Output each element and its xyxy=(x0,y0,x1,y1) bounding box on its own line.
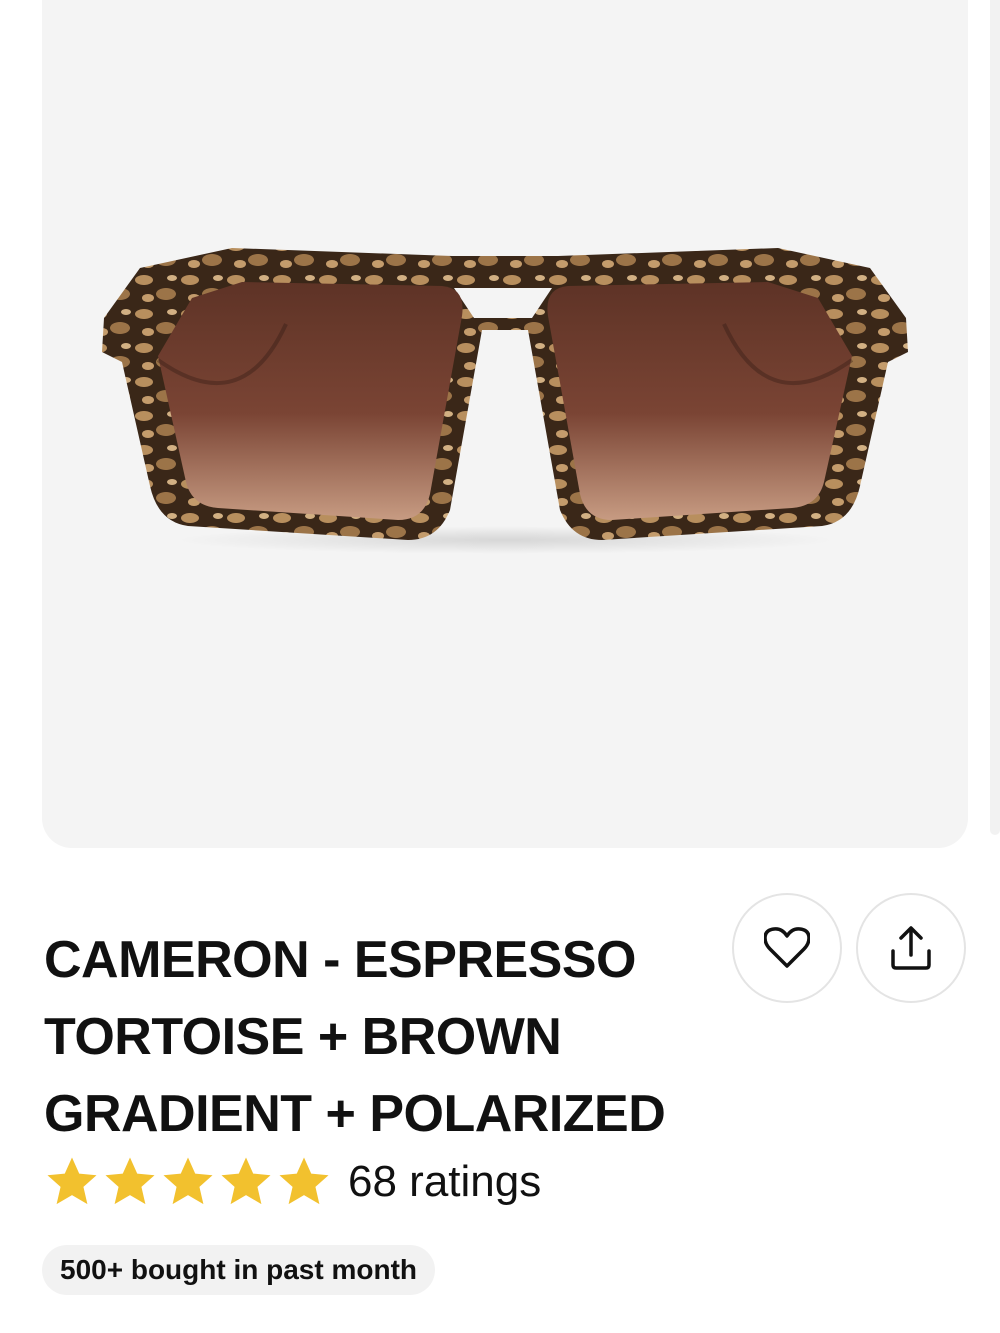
favorite-button[interactable] xyxy=(732,893,842,1003)
star-icon xyxy=(279,1157,329,1205)
purchase-badge: 500+ bought in past month xyxy=(42,1245,436,1295)
star-icon xyxy=(105,1157,155,1205)
product-image[interactable] xyxy=(42,0,968,848)
sunglasses-icon xyxy=(102,248,908,554)
product-title: CAMERON - ESPRESSO TORTOISE + BROWN GRAD… xyxy=(44,922,734,1153)
title-line: GRADIENT + POLARIZED xyxy=(44,1085,666,1143)
ratings-count[interactable]: 68 ratings xyxy=(348,1157,541,1207)
share-button[interactable] xyxy=(856,893,966,1003)
star-rating xyxy=(44,1154,334,1210)
title-line: CAMERON - ESPRESSO xyxy=(44,931,636,989)
star-icon xyxy=(47,1157,97,1205)
star-icon xyxy=(163,1157,213,1205)
star-icon xyxy=(221,1157,271,1205)
heart-icon xyxy=(764,927,810,968)
rating-summary[interactable]: 68 ratings xyxy=(44,1152,541,1212)
share-icon xyxy=(891,926,931,970)
title-line: TORTOISE + BROWN xyxy=(44,1008,562,1066)
next-image-peek[interactable] xyxy=(990,0,1000,835)
